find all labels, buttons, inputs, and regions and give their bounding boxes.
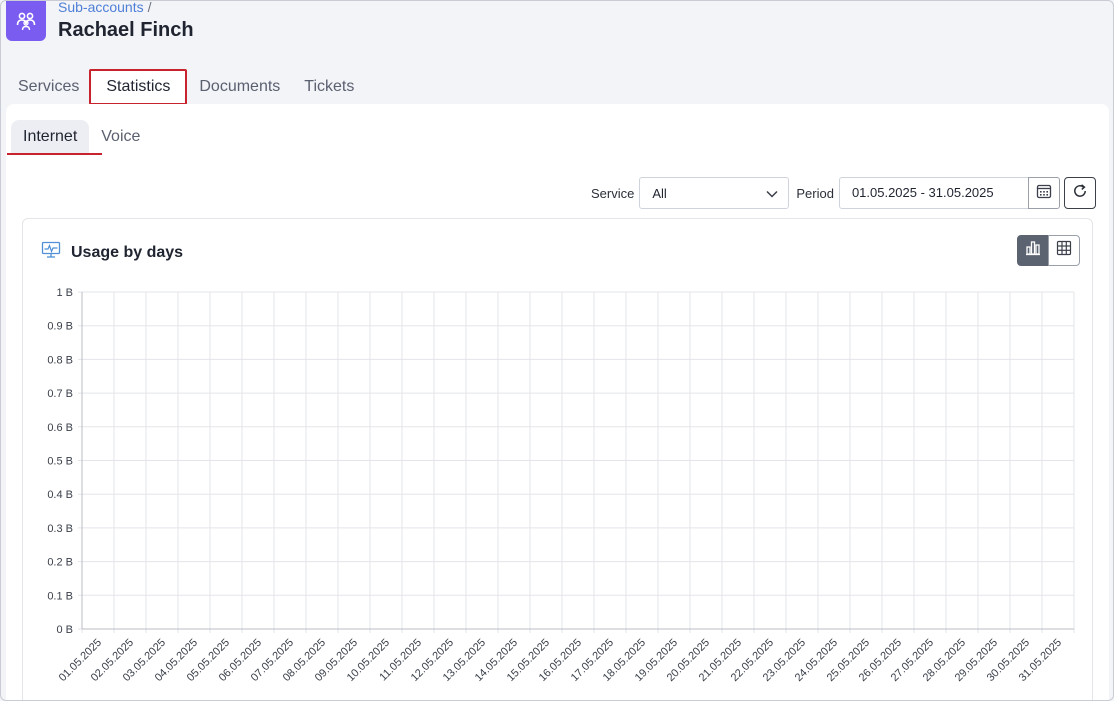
calendar-button[interactable] — [1027, 177, 1060, 209]
page-title: Rachael Finch — [58, 19, 194, 41]
period-label: Period — [796, 185, 834, 201]
y-tick-label: 0.6 B — [47, 422, 73, 434]
tab-tickets[interactable]: Tickets — [292, 69, 366, 105]
tab-services[interactable]: Services — [6, 69, 91, 105]
period-input[interactable]: 01.05.2025 - 31.05.2025 — [838, 177, 1029, 209]
y-tick-label: 0.7 B — [47, 388, 73, 400]
breadcrumb: Sub-accounts / — [58, 0, 152, 15]
tab-documents[interactable]: Documents — [187, 69, 292, 105]
breadcrumb-separator: / — [147, 0, 152, 15]
y-tick-label: 0.5 B — [47, 456, 73, 468]
refresh-icon — [1072, 183, 1088, 204]
view-toggle — [1017, 235, 1080, 266]
y-tick-label: 0.8 B — [47, 354, 73, 366]
usage-chart: 0 B 0.1 B 0.2 B 0.3 B 0.4 B 0.5 B 0.6 B 0.7 B 0.… — [47, 287, 1075, 684]
service-select-value: All — [652, 185, 667, 201]
breadcrumb-link-sub-accounts[interactable]: Sub-accounts — [58, 1, 144, 15]
refresh-button[interactable] — [1063, 177, 1096, 209]
y-tick-label: 0.9 B — [47, 321, 73, 333]
y-tick-label: 0.3 B — [47, 523, 73, 535]
filters-bar: Service All Period 01.05.2025 - 31.05.20… — [591, 177, 1096, 209]
tab-statistics[interactable]: Statistics — [89, 69, 188, 105]
y-tick-label: 0.2 B — [47, 557, 73, 569]
statistics-panel: Internet Voice Service All Period 01.05.… — [6, 104, 1109, 700]
card-title: Usage by days — [71, 243, 184, 261]
users-icon — [6, 1, 46, 41]
service-label: Service — [591, 185, 635, 201]
sub-tabs: Internet Voice — [11, 120, 152, 154]
chart-view-button[interactable] — [1017, 235, 1049, 266]
subtab-voice[interactable]: Voice — [89, 120, 152, 154]
subtab-internet[interactable]: Internet — [11, 120, 90, 154]
y-tick-label: 0 B — [56, 624, 73, 636]
table-grid-icon — [1056, 240, 1072, 261]
card-header: Usage by days — [41, 241, 183, 264]
service-select[interactable]: All — [639, 177, 790, 209]
chevron-down-icon — [766, 186, 778, 201]
subtab-active-indicator — [7, 153, 102, 155]
bar-chart-icon — [1025, 240, 1041, 261]
y-tick-label: 0.1 B — [47, 590, 73, 602]
table-view-button[interactable] — [1048, 235, 1080, 266]
monitor-pulse-icon — [41, 241, 61, 264]
calendar-icon — [1036, 183, 1052, 204]
usage-card: 0 B 0.1 B 0.2 B 0.3 B 0.4 B 0.5 B 0.6 B 0.7 B 0.… — [22, 218, 1093, 700]
y-tick-label: 0.4 B — [47, 489, 73, 501]
main-tabs: Services Statistics Documents Tickets — [6, 69, 366, 105]
app-window: Sub-accounts / Rachael Finch Services Sta… — [0, 0, 1114, 701]
y-tick-label: 1 B — [56, 287, 73, 299]
